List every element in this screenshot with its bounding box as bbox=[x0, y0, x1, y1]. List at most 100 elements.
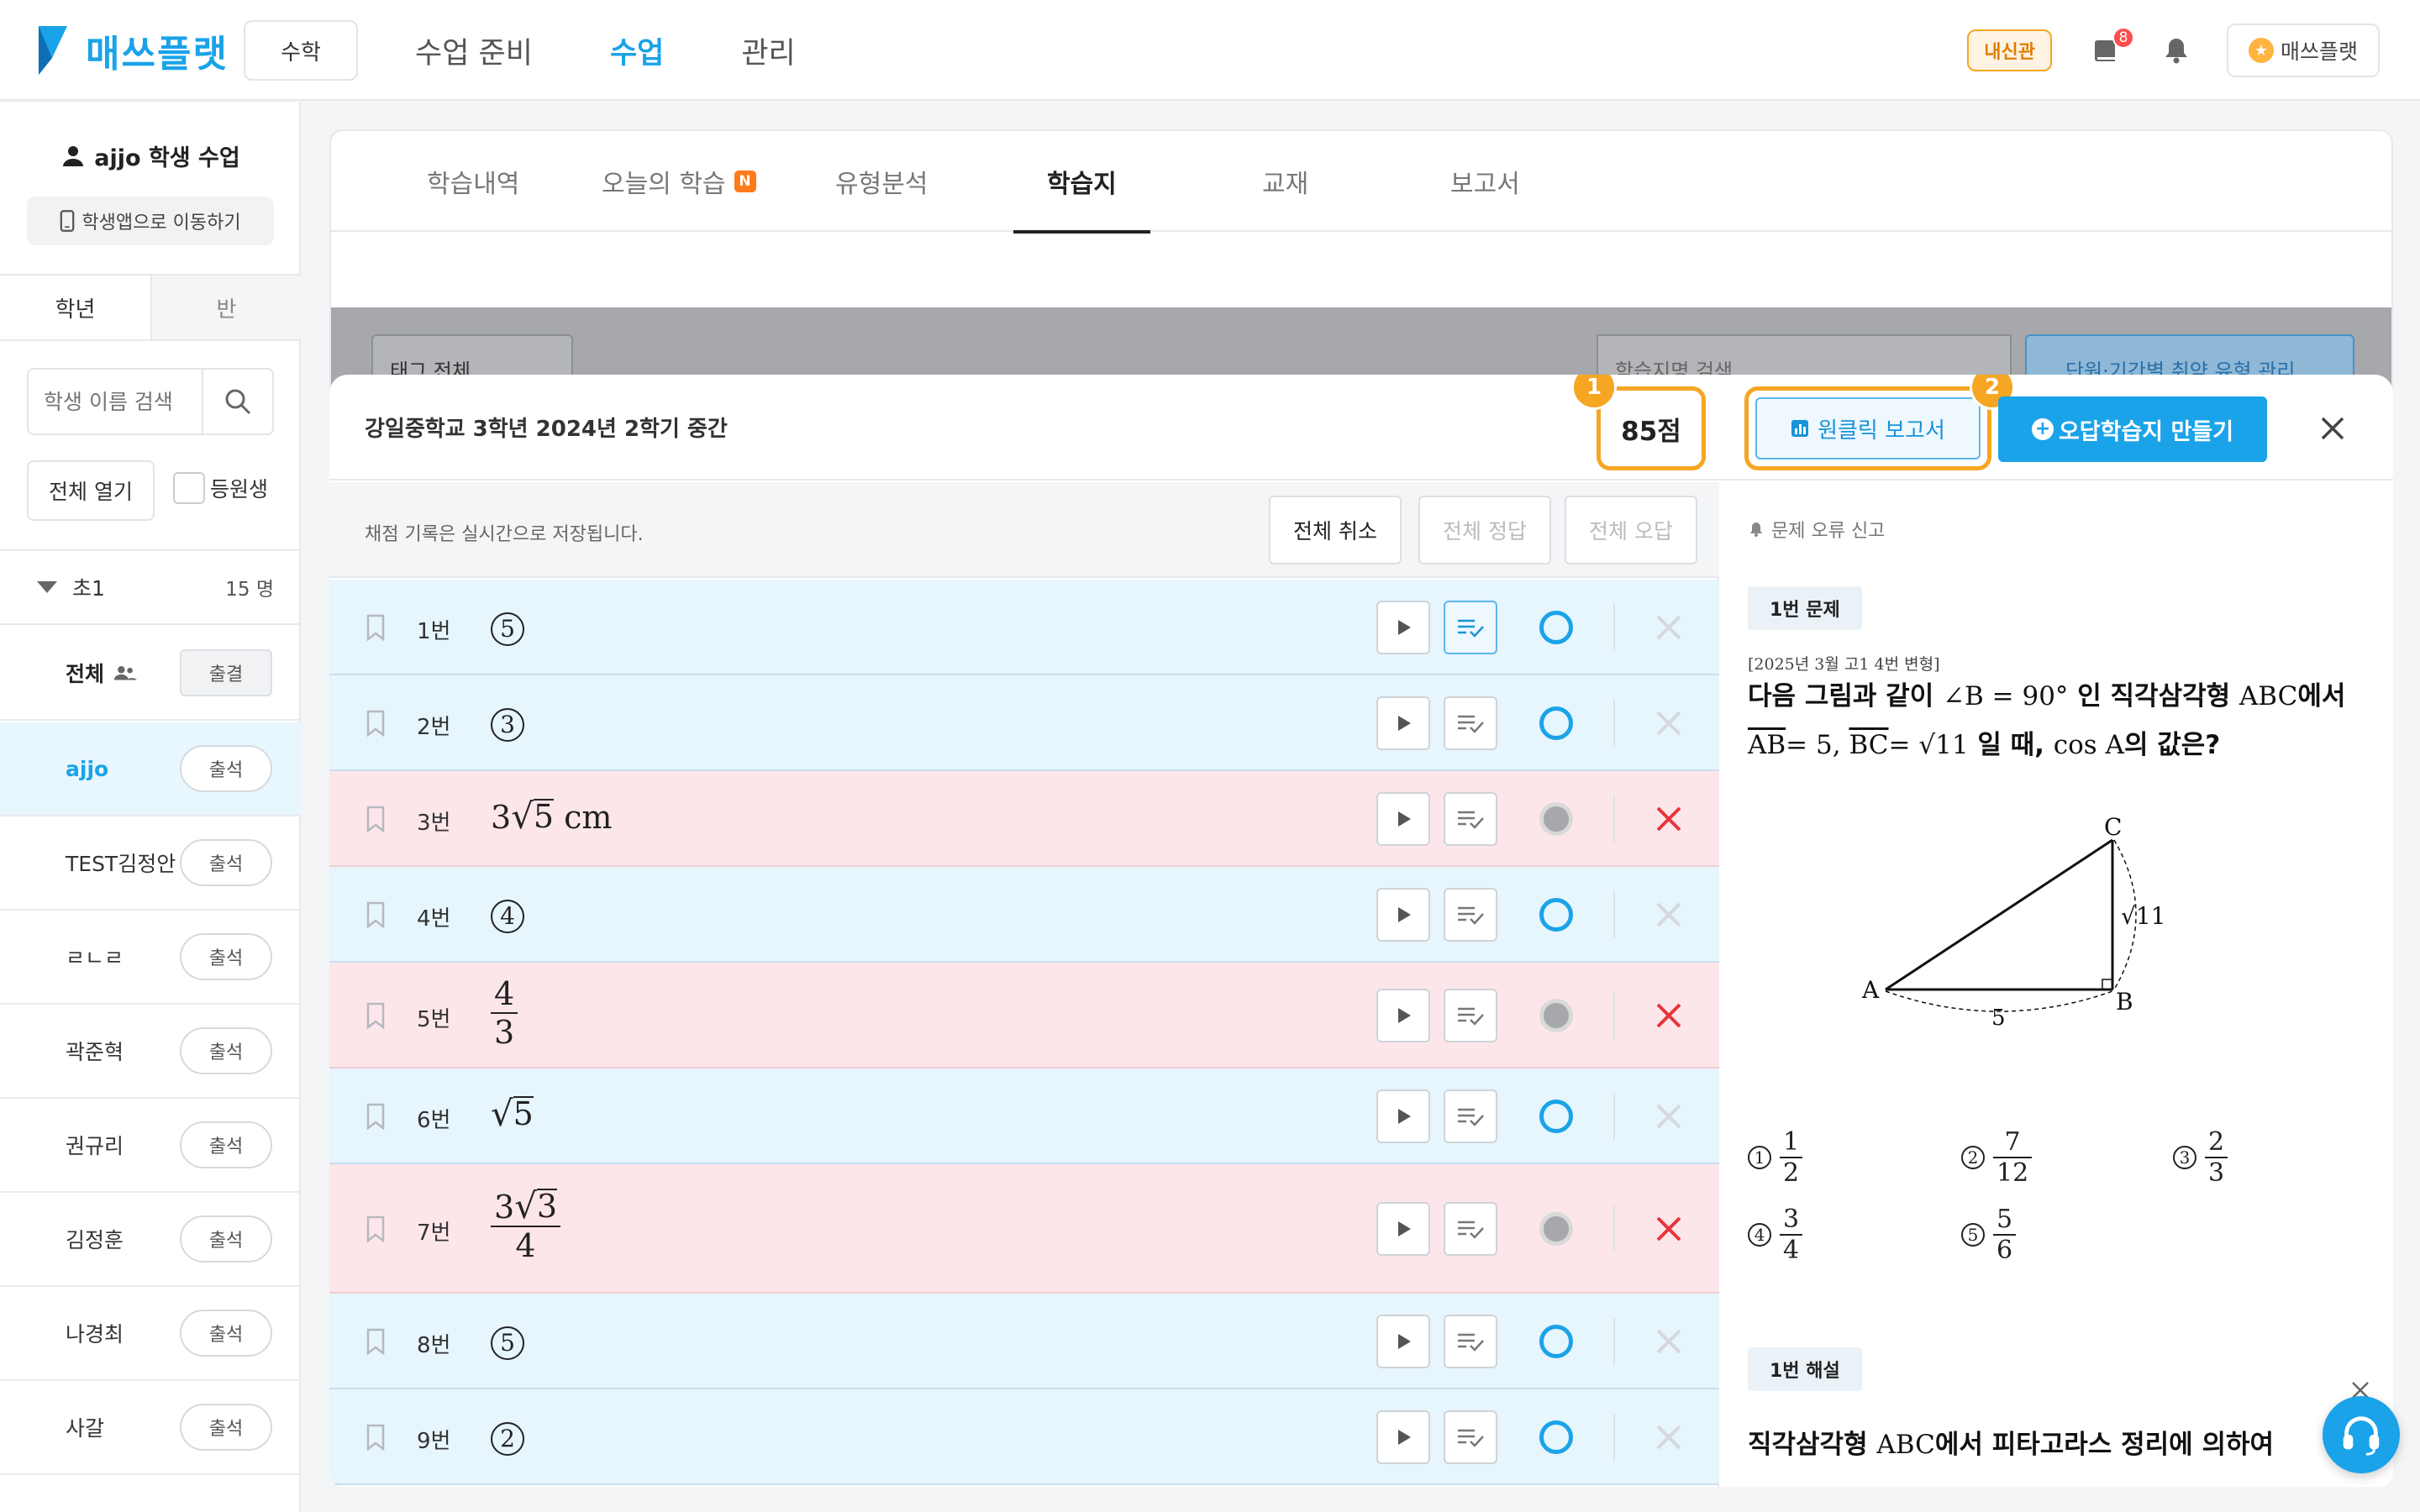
cancel-all-button[interactable]: 전체 취소 bbox=[1269, 496, 1402, 564]
report-error-link[interactable]: 문제 오류 신고 bbox=[1748, 516, 1885, 543]
group-header[interactable]: 초1 15 명 bbox=[0, 549, 301, 625]
bell-icon[interactable] bbox=[2160, 34, 2193, 67]
solution-toggle-button[interactable] bbox=[1444, 1410, 1497, 1464]
attendance-button[interactable]: 출석 bbox=[180, 1310, 272, 1357]
mark-wrong-button[interactable] bbox=[1654, 1326, 1684, 1357]
solution-toggle-button[interactable] bbox=[1444, 989, 1497, 1042]
bookmark-icon[interactable] bbox=[365, 901, 387, 928]
help-chat-button[interactable] bbox=[2323, 1396, 2400, 1473]
go-student-app-button[interactable]: 학생앱으로 이동하기 bbox=[27, 197, 274, 245]
play-video-button[interactable] bbox=[1376, 601, 1430, 654]
mark-correct-button[interactable] bbox=[1539, 611, 1573, 644]
attendance-button[interactable]: 출석 bbox=[180, 1404, 272, 1451]
nav-manage[interactable]: 관리 bbox=[729, 29, 807, 72]
mark-wrong-button[interactable] bbox=[1654, 900, 1684, 930]
solution-toggle-button[interactable] bbox=[1444, 1089, 1497, 1143]
mark-correct-button[interactable] bbox=[1539, 802, 1573, 836]
student-row[interactable]: 나경최 출석 bbox=[0, 1287, 301, 1381]
play-video-button[interactable] bbox=[1376, 696, 1430, 750]
attendance-button[interactable]: 출석 bbox=[180, 745, 272, 792]
question-number: 6번 bbox=[417, 1108, 451, 1133]
naesin-badge-button[interactable]: 내신관 bbox=[1967, 29, 2052, 71]
student-row[interactable]: ㄹㄴㄹ 출석 bbox=[0, 911, 301, 1005]
bookmark-icon[interactable] bbox=[365, 1424, 387, 1451]
solution-toggle-button[interactable] bbox=[1444, 1315, 1497, 1368]
open-all-button[interactable]: 전체 열기 bbox=[27, 460, 155, 521]
mark-wrong-button[interactable] bbox=[1654, 1214, 1684, 1244]
solution-toggle-button[interactable] bbox=[1444, 792, 1497, 846]
attendance-button[interactable]: 출석 bbox=[180, 1027, 272, 1074]
mark-wrong-button[interactable] bbox=[1654, 1000, 1684, 1031]
mark-correct-button[interactable] bbox=[1539, 898, 1573, 932]
solution-toggle-button[interactable] bbox=[1444, 1202, 1497, 1256]
mark-wrong-button[interactable] bbox=[1654, 804, 1684, 834]
tab-worksheet[interactable]: 학습지 bbox=[1013, 131, 1150, 234]
subject-selector[interactable]: 수학 bbox=[244, 20, 358, 81]
bookmark-icon[interactable] bbox=[365, 1103, 387, 1130]
student-search-button[interactable] bbox=[203, 368, 274, 435]
all-correct-button[interactable]: 전체 정답 bbox=[1418, 496, 1551, 564]
top-bar: 매쓰플랫 수학 수업 준비 수업 관리 내신관 8 ★ 매쓰플랫 bbox=[0, 0, 2420, 101]
play-video-button[interactable] bbox=[1376, 1410, 1430, 1464]
close-icon[interactable] bbox=[2316, 412, 2349, 445]
nav-class[interactable]: 수업 bbox=[598, 29, 676, 72]
tab-history[interactable]: 학습내역 bbox=[427, 131, 519, 232]
all-wrong-button[interactable]: 전체 오답 bbox=[1565, 496, 1697, 564]
tab-report[interactable]: 보고서 bbox=[1450, 131, 1520, 232]
mark-correct-button[interactable] bbox=[1539, 1420, 1573, 1454]
people-icon bbox=[113, 666, 138, 680]
bookmark-icon[interactable] bbox=[365, 1002, 387, 1029]
attendance-button[interactable]: 출석 bbox=[180, 1121, 272, 1168]
tab-textbook[interactable]: 교재 bbox=[1262, 131, 1308, 232]
mark-wrong-button[interactable] bbox=[1654, 612, 1684, 643]
play-video-button[interactable] bbox=[1376, 1089, 1430, 1143]
student-row[interactable]: 김정훈 출석 bbox=[0, 1193, 301, 1287]
student-row[interactable]: TEST김정안 출석 bbox=[0, 816, 301, 911]
play-video-button[interactable] bbox=[1376, 989, 1430, 1042]
bookmark-icon[interactable] bbox=[365, 614, 387, 641]
solution-toggle-button[interactable] bbox=[1444, 696, 1497, 750]
attendance-button[interactable]: 출석 bbox=[180, 1215, 272, 1263]
student-search-input[interactable] bbox=[27, 368, 203, 435]
attendance-button[interactable]: 출석 bbox=[180, 839, 272, 886]
attendance-button[interactable]: 출석 bbox=[180, 933, 272, 980]
book-icon[interactable]: 8 bbox=[2089, 27, 2134, 67]
enrolled-filter[interactable]: 등원생 bbox=[173, 472, 268, 504]
bookmark-icon[interactable] bbox=[365, 1215, 387, 1242]
play-video-button[interactable] bbox=[1376, 1202, 1430, 1256]
bookmark-icon[interactable] bbox=[365, 1328, 387, 1355]
student-row[interactable]: ajjo 출석 bbox=[0, 722, 301, 816]
nav-class-prep[interactable]: 수업 준비 bbox=[403, 29, 544, 72]
logo[interactable]: 매쓰플랫 bbox=[35, 24, 229, 77]
student-name: 전체 bbox=[66, 658, 138, 688]
attendance-all-button[interactable]: 출결 bbox=[180, 649, 272, 696]
mark-wrong-button[interactable] bbox=[1654, 1422, 1684, 1452]
tab-today[interactable]: 오늘의 학습 N bbox=[602, 131, 756, 232]
mark-wrong-button[interactable] bbox=[1654, 1101, 1684, 1131]
mark-correct-button[interactable] bbox=[1539, 1212, 1573, 1246]
solution-toggle-button[interactable] bbox=[1444, 888, 1497, 942]
tab-type-analysis[interactable]: 유형분석 bbox=[835, 131, 928, 232]
tab-class[interactable]: 반 bbox=[150, 276, 301, 339]
mark-correct-button[interactable] bbox=[1539, 706, 1573, 740]
profile-button[interactable]: ★ 매쓰플랫 bbox=[2226, 24, 2380, 77]
bookmark-icon[interactable] bbox=[365, 710, 387, 737]
tab-grade[interactable]: 학년 bbox=[0, 276, 150, 339]
enrolled-checkbox[interactable] bbox=[173, 472, 205, 504]
mark-correct-button[interactable] bbox=[1539, 999, 1573, 1032]
play-video-button[interactable] bbox=[1376, 888, 1430, 942]
solution-toggle-button[interactable] bbox=[1444, 601, 1497, 654]
student-row[interactable]: 권규리 출석 bbox=[0, 1099, 301, 1193]
oneclick-report-button[interactable]: 원클릭 보고서 bbox=[1755, 397, 1981, 459]
mark-wrong-button[interactable] bbox=[1654, 708, 1684, 738]
bookmark-icon[interactable] bbox=[365, 806, 387, 832]
student-row[interactable]: 곽준혁 출석 bbox=[0, 1005, 301, 1099]
make-wrong-sheet-button[interactable]: + 오답학습지 만들기 bbox=[1998, 396, 2267, 462]
mark-correct-button[interactable] bbox=[1539, 1100, 1573, 1133]
mark-correct-button[interactable] bbox=[1539, 1325, 1573, 1358]
play-video-button[interactable] bbox=[1376, 792, 1430, 846]
logo-text: 매쓰플랫 bbox=[86, 33, 229, 76]
student-row-all[interactable]: 전체 출결 bbox=[0, 627, 301, 721]
student-row[interactable]: 사갈 출석 bbox=[0, 1381, 301, 1475]
play-video-button[interactable] bbox=[1376, 1315, 1430, 1368]
